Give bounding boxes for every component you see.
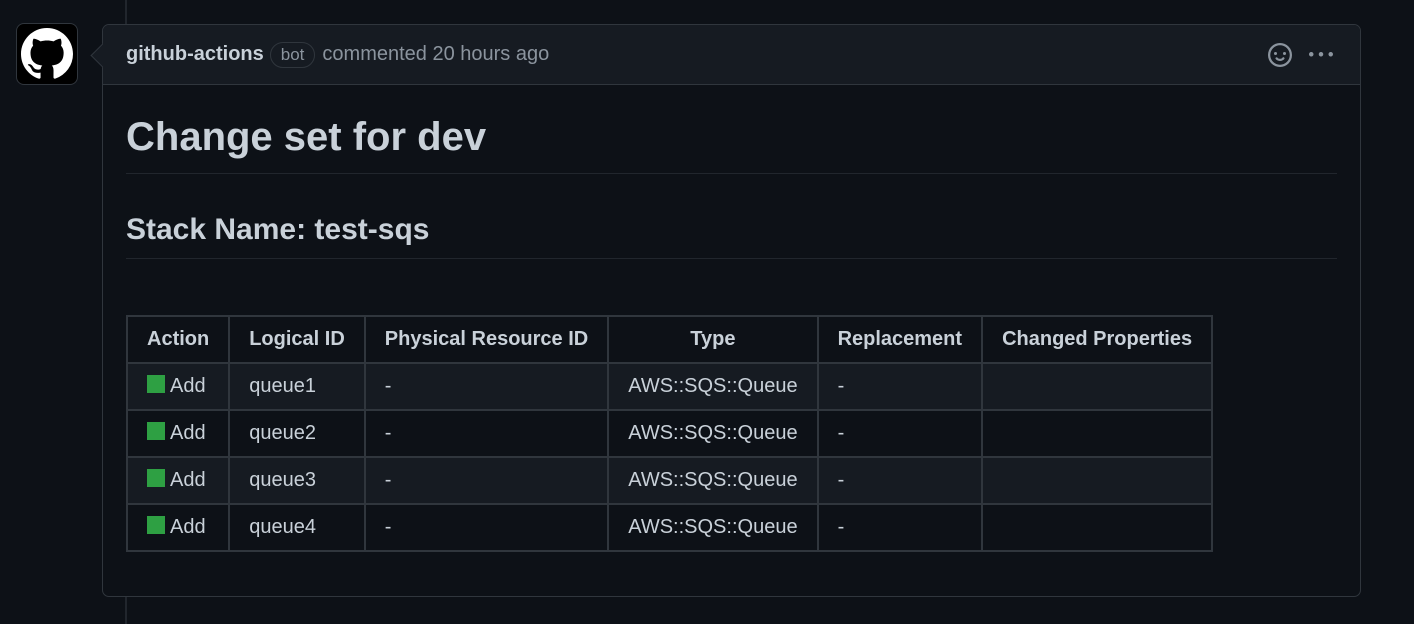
change-set-table: Action Logical ID Physical Resource ID T… xyxy=(125,315,1214,552)
header-type: Type xyxy=(607,315,819,364)
stack-name-heading: Stack Name: test-sqs xyxy=(126,174,1337,259)
bot-badge: bot xyxy=(269,41,316,68)
type-cell: AWS::SQS::Queue xyxy=(607,362,819,411)
physical-id-cell: - xyxy=(363,456,610,505)
replacement-cell: - xyxy=(816,503,984,552)
physical-id-cell: - xyxy=(363,362,610,411)
changed-properties-cell xyxy=(981,503,1214,552)
header-physical-resource-id: Physical Resource ID xyxy=(363,315,610,364)
table-row: Add queue4 - AWS::SQS::Queue - xyxy=(125,503,1214,552)
logical-id-cell: queue2 xyxy=(228,409,366,458)
table-row: Add queue1 - AWS::SQS::Queue - xyxy=(125,362,1214,411)
action-label: Add xyxy=(170,516,206,538)
header-actions xyxy=(1268,25,1334,85)
logical-id-cell: queue4 xyxy=(228,503,366,552)
header-logical-id: Logical ID xyxy=(228,315,366,364)
header-replacement: Replacement xyxy=(816,315,984,364)
green-square-icon xyxy=(147,516,165,534)
table-row: Add queue3 - AWS::SQS::Queue - xyxy=(125,456,1214,505)
action-label: Add xyxy=(170,422,206,444)
table-header-row: Action Logical ID Physical Resource ID T… xyxy=(125,315,1214,364)
action-label: Add xyxy=(170,375,206,397)
action-cell: Add xyxy=(125,456,231,505)
physical-id-cell: - xyxy=(363,409,610,458)
header-changed-properties: Changed Properties xyxy=(981,315,1214,364)
replacement-cell: - xyxy=(816,456,984,505)
action-cell: Add xyxy=(125,503,231,552)
replacement-cell: - xyxy=(816,362,984,411)
smiley-icon[interactable] xyxy=(1268,43,1292,67)
author-link[interactable]: github-actions xyxy=(126,43,264,66)
comment-body: Change set for dev Stack Name: test-sqs … xyxy=(103,85,1360,552)
type-cell: AWS::SQS::Queue xyxy=(607,503,819,552)
type-cell: AWS::SQS::Queue xyxy=(607,409,819,458)
logical-id-cell: queue1 xyxy=(228,362,366,411)
action-cell: Add xyxy=(125,362,231,411)
changed-properties-cell xyxy=(981,456,1214,505)
physical-id-cell: - xyxy=(363,503,610,552)
page-title: Change set for dev xyxy=(126,85,1337,174)
comment-box: github-actions bot commented 20 hours ag… xyxy=(102,24,1361,597)
action-cell: Add xyxy=(125,409,231,458)
table-row: Add queue2 - AWS::SQS::Queue - xyxy=(125,409,1214,458)
green-square-icon xyxy=(147,469,165,487)
logical-id-cell: queue3 xyxy=(228,456,366,505)
comment-timestamp[interactable]: commented 20 hours ago xyxy=(322,43,549,66)
avatar[interactable] xyxy=(16,23,78,85)
type-cell: AWS::SQS::Queue xyxy=(607,456,819,505)
changed-properties-cell xyxy=(981,409,1214,458)
changed-properties-cell xyxy=(981,362,1214,411)
action-label: Add xyxy=(170,469,206,491)
github-mark-icon xyxy=(21,28,73,79)
comment-header: github-actions bot commented 20 hours ag… xyxy=(103,25,1360,85)
green-square-icon xyxy=(147,375,165,393)
header-action: Action xyxy=(125,315,231,364)
replacement-cell: - xyxy=(816,409,984,458)
green-square-icon xyxy=(147,422,165,440)
kebab-horizontal-icon[interactable] xyxy=(1308,43,1334,67)
